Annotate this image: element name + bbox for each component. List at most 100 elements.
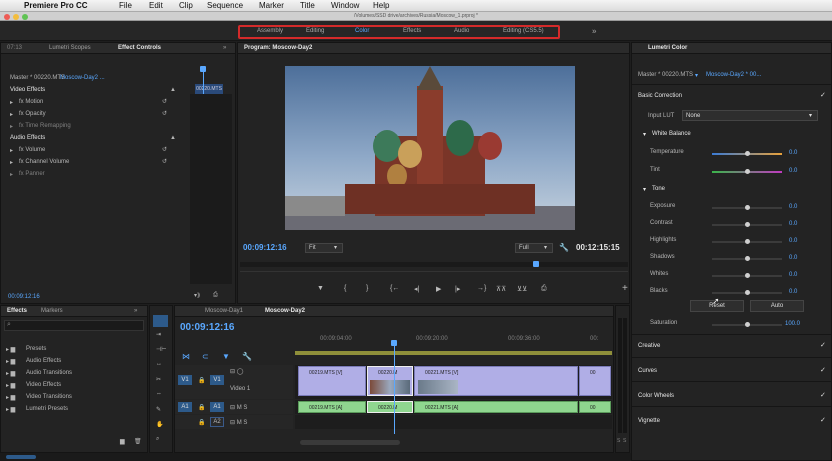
channel-volume-row[interactable]: ▸ [10,159,13,166]
add-marker-icon[interactable]: ▼ [222,352,230,361]
lumetri-presets-row[interactable]: ▸ ▆ [6,406,15,413]
snap-icon[interactable]: ⋈ [182,352,190,361]
whites-knob[interactable] [745,273,750,278]
razor-tool-icon[interactable]: ✂ [156,376,161,383]
menu-file[interactable]: File [119,0,132,12]
highlights-value[interactable]: 0.0 [789,238,797,244]
a2-track-target[interactable]: A2 [210,417,224,427]
menu-marker[interactable]: Marker [259,0,284,12]
selection-tool-icon[interactable] [153,315,168,327]
audio-clip-next[interactable]: 00 [579,401,611,413]
zoom-tool-icon[interactable]: ⌕ [156,436,159,443]
audio-clip-00221[interactable]: 00221.MTS [A] [414,401,578,413]
saturation-value[interactable]: 100.0 [785,321,800,327]
close-window-button[interactable] [4,14,10,20]
tab-effects[interactable]: Effects [7,306,27,317]
menu-clip[interactable]: Clip [179,0,193,12]
contrast-value[interactable]: 0.0 [789,221,797,227]
tab-lumetri-color[interactable]: Lumetri Color [648,43,687,54]
a1-source-patch[interactable]: A1 [178,402,192,412]
exposure-value[interactable]: 0.0 [789,204,797,210]
program-monitor-title[interactable]: Program: Moscow-Day2 [244,43,312,54]
reset-motion-icon[interactable]: ↺ [162,98,167,105]
program-current-timecode[interactable]: 00:09:12:16 [243,243,287,252]
blacks-value[interactable]: 0.0 [789,289,797,295]
collapse-arrow-icon[interactable]: ▲ [170,135,176,141]
minimize-window-button[interactable] [13,14,19,20]
reset-opacity-icon[interactable]: ↺ [162,110,167,117]
menu-sequence[interactable]: Sequence [207,0,243,12]
zoom-window-button[interactable] [22,14,28,20]
effects-search-input[interactable]: ⌕ [4,320,144,331]
solo-right-button[interactable]: S [623,438,626,444]
workspace-overflow-button[interactable]: » [592,27,596,36]
play-icon[interactable]: ▶ [436,285,441,293]
timeline-horizontal-scrollbar[interactable] [300,440,400,445]
timeline-timecode[interactable]: 00:09:12:16 [180,322,234,333]
input-lut-dropdown[interactable]: None ▾ [682,110,818,121]
saturation-knob[interactable] [745,322,750,327]
tab-moscow-day2[interactable]: Moscow-Day2 [265,306,305,317]
temperature-knob[interactable] [745,151,750,156]
video-transitions-row[interactable]: ▸ ▆ [6,394,15,401]
creative-section[interactable]: Creative [638,343,660,349]
program-playhead-icon[interactable] [533,261,539,267]
panner-row[interactable]: ▸ [10,171,13,178]
v1-source-patch[interactable]: V1 [178,375,192,385]
video-clip-next[interactable]: 00 [579,366,611,396]
mark-out-icon[interactable]: } [366,285,368,292]
solo-left-button[interactable]: S [617,438,620,444]
menu-window[interactable]: Window [331,0,359,12]
menu-help[interactable]: Help [373,0,389,12]
video-clip-00219[interactable]: 00219.MTS [V] [298,366,366,396]
ripple-edit-tool-icon[interactable]: ⊣⊢ [156,346,166,353]
lock-icon[interactable]: 🔒 [198,419,205,426]
menu-edit[interactable]: Edit [149,0,163,12]
wrench-settings-icon[interactable]: 🔧 [559,243,569,252]
tab-effect-controls[interactable]: Effect Controls [118,43,161,54]
opacity-effect-row[interactable]: ▸ [10,111,13,118]
export-frame-icon[interactable]: ⎙ [541,285,547,293]
color-wheels-checkbox[interactable]: ✓ [820,391,826,399]
slip-tool-icon[interactable]: ⇔ [156,391,162,397]
lumetri-sequence-dropdown[interactable]: ▾ [695,72,698,79]
a1-mute-solo-icons[interactable]: ⊟ M S [230,404,247,411]
timeline-settings-icon[interactable]: 🔧 [242,352,252,361]
tab-overflow-button[interactable]: » [223,43,226,54]
program-scrub-bar[interactable] [240,262,628,267]
temperature-value[interactable]: 0.0 [789,150,797,156]
tab-markers[interactable]: Markers [41,306,63,317]
highlights-knob[interactable] [745,239,750,244]
time-remap-row[interactable]: ▸ [10,123,13,130]
color-wheels-section[interactable]: Color Wheels [638,393,674,399]
go-to-out-icon[interactable]: →} [477,285,486,292]
extract-icon[interactable]: ⊻⊻ [517,285,527,293]
lock-icon[interactable]: 🔒 [198,377,205,384]
sequence-dropdown-label[interactable]: Moscow-Day2 ... [60,75,105,81]
shadows-knob[interactable] [745,256,750,261]
curves-checkbox[interactable]: ✓ [820,366,826,374]
work-area-bar[interactable] [295,351,612,355]
volume-effect-row[interactable]: ▸ [10,147,13,154]
reset-channel-volume-icon[interactable]: ↺ [162,158,167,165]
step-forward-icon[interactable]: |▸ [455,285,460,293]
trash-icon[interactable]: 🗑 [134,438,142,445]
tab-overflow-button[interactable]: » [134,306,137,317]
vignette-section[interactable]: Vignette [638,418,660,424]
creative-checkbox[interactable]: ✓ [820,341,826,349]
audio-clip-00219[interactable]: 00219.MTS [A] [298,401,366,413]
vignette-checkbox[interactable]: ✓ [820,416,826,424]
new-bin-icon[interactable]: ▆ [120,438,125,445]
shadows-value[interactable]: 0.0 [789,255,797,261]
auto-button[interactable]: Auto [750,300,804,312]
add-button-icon[interactable]: + [622,283,628,294]
app-menu[interactable]: Premiere Pro CC [24,0,88,12]
pen-tool-icon[interactable]: ✎ [156,406,161,413]
audio-transitions-row[interactable]: ▸ ▆ [6,370,15,377]
whites-value[interactable]: 0.0 [789,272,797,278]
rate-stretch-tool-icon[interactable]: ↔ [156,361,162,367]
v1-track-target[interactable]: V1 [210,375,224,385]
menu-title[interactable]: Title [300,0,315,12]
lift-icon[interactable]: ⊼⊼ [496,285,506,293]
playback-resolution-dropdown[interactable]: Full ▾ [515,243,553,253]
